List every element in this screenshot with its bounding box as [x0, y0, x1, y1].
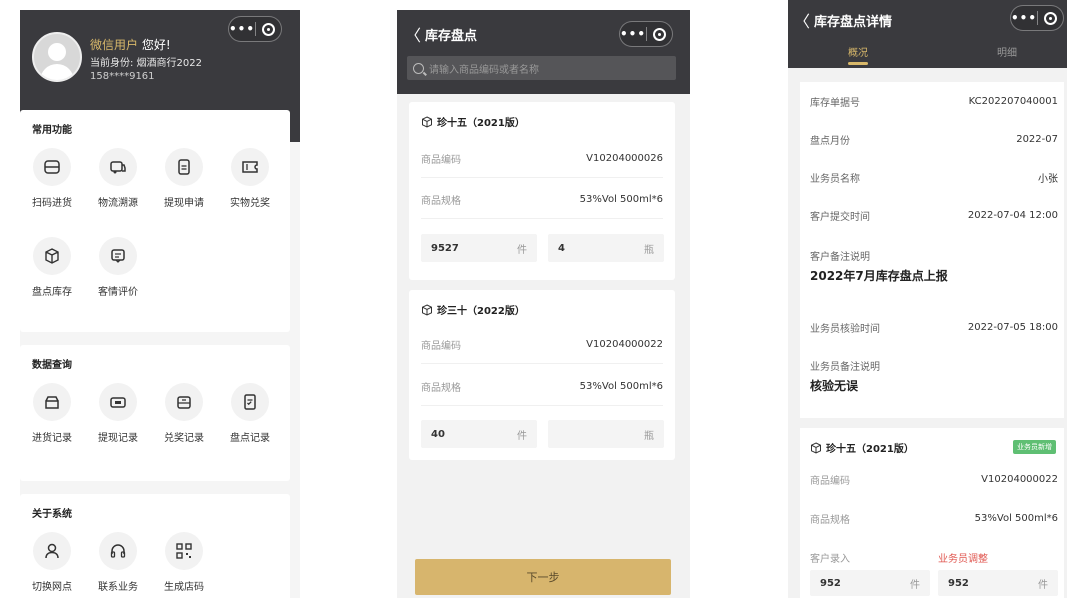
back-arrow-icon[interactable]: 〈 [405, 22, 421, 46]
prize-redeem-button[interactable]: 实物兑奖 [220, 148, 280, 209]
detail-row: 业务员名称 小张 [810, 173, 1058, 185]
staff-note: 业务员备注说明 核验无误 [810, 362, 880, 393]
nav-header: 〈 库存盘点 ••• 请输入商品编码或者名称 [397, 10, 690, 94]
page-title: 库存盘点详情 [814, 15, 893, 30]
box-icon [422, 115, 432, 128]
product-card: 珍十五（2021版） 商品编码 V10204000026 商品规格 53%Vol 5… [409, 102, 675, 280]
bottle-quantity-input[interactable]: 4瓶 [548, 234, 664, 262]
customer-entry-label: 客户录入 [810, 554, 850, 565]
product-spec-row: 商品规格 53%Vol 500ml*6 [421, 181, 663, 219]
product-code-row: 商品编码 V10204000022 [421, 326, 663, 364]
active-tab-indicator [848, 62, 868, 65]
scan-purchase-button[interactable]: 扫码进货 [22, 148, 82, 209]
product-spec-row: 商品规格 53%Vol 500ml*6 [810, 512, 1058, 526]
box-icon [811, 441, 821, 454]
search-placeholder: 请输入商品编码或者名称 [429, 64, 539, 76]
package-icon [45, 396, 59, 409]
more-icon[interactable]: ••• [229, 22, 255, 36]
user-icon [45, 543, 59, 559]
inventory-check-button[interactable]: 盘点库存 [22, 237, 82, 298]
qrcode-icon [176, 543, 192, 559]
section-title: 数据查询 [32, 360, 72, 371]
redeem-records-button[interactable]: 兑奖记录 [154, 383, 214, 444]
box-icon [45, 248, 59, 264]
truck-icon [110, 161, 126, 174]
tab-overview[interactable]: 概况 [848, 44, 868, 59]
bottle-quantity-input[interactable]: 瓶 [548, 420, 664, 448]
page-title: 库存盘点 [425, 29, 478, 44]
box-icon [422, 303, 432, 316]
checklist-icon [244, 394, 256, 410]
customer-review-button[interactable]: 客情评价 [88, 237, 148, 298]
phone-number: 158****9161 [90, 71, 155, 82]
card-icon [110, 397, 126, 408]
verify-time-row: 业务员核验时间 2022-07-05 18:00 [810, 321, 1058, 335]
inventory-check-screen: 〈 库存盘点 ••• 请输入商品编码或者名称 珍十五（2021版） 商品编码 V1… [397, 10, 690, 598]
generate-store-code-button[interactable]: 生成店码 [154, 532, 214, 593]
avatar[interactable] [32, 32, 82, 82]
section-title: 关于系统 [32, 509, 72, 520]
current-role: 当前身份: 烟酒商行2022 [90, 58, 202, 69]
search-icon [413, 62, 424, 74]
overview-card: 库存单据号 KC202207040001 盘点月份 2022-07 业务员名称 小张 … [800, 82, 1064, 418]
staff-quantity-input[interactable]: 952 件 [938, 570, 1058, 596]
mini-program-capsule[interactable]: ••• [1010, 5, 1064, 31]
ticket-icon [242, 161, 258, 173]
mini-program-capsule[interactable]: ••• [619, 21, 673, 47]
product-name: 珍三十（2022版） [421, 302, 525, 317]
withdraw-request-button[interactable]: 提现申请 [154, 148, 214, 209]
inventory-detail-screen: 〈 库存盘点详情 ••• 概况 明细 库存单据号 KC202207040001 盘… [788, 0, 1067, 598]
customer-quantity: 952 件 [810, 570, 930, 596]
piece-quantity-input[interactable]: 40 件 [421, 420, 537, 448]
product-detail-card: 珍十五（2021版） 业务员新增 商品编码 V10204000022 商品规格 53… [800, 428, 1064, 598]
switch-outlet-button[interactable]: 切换网点 [22, 532, 82, 593]
product-spec-row: 商品规格 53%Vol 500ml*6 [421, 368, 663, 406]
close-target-icon[interactable] [256, 22, 281, 36]
section-title: 常用功能 [32, 125, 72, 136]
logistics-trace-button[interactable]: 物流溯源 [88, 148, 148, 209]
contact-sales-button[interactable]: 联系业务 [88, 532, 148, 593]
message-icon [111, 249, 125, 263]
close-target-icon[interactable] [1038, 11, 1063, 25]
product-name: 珍十五（2021版） [810, 440, 914, 455]
document-icon [178, 159, 190, 175]
more-icon[interactable]: ••• [620, 27, 646, 41]
customer-note: 客户备注说明 2022年7月库存盘点上报 [810, 252, 948, 283]
product-name: 珍十五（2021版） [421, 114, 525, 129]
home-screen: 微信用户 您好! 当前身份: 烟酒商行2022 158****9161 ••• … [20, 10, 300, 598]
purchase-records-button[interactable]: 进货记录 [22, 383, 82, 444]
back-arrow-icon[interactable]: 〈 [794, 8, 810, 32]
detail-row: 库存单据号 KC202207040001 [810, 95, 1058, 109]
greeting: 微信用户 您好! [90, 38, 171, 52]
detail-row: 客户提交时间 2022-07-04 12:00 [810, 209, 1058, 223]
staff-adjust-label: 业务员调整 [938, 554, 988, 565]
headset-icon [110, 544, 126, 558]
more-icon[interactable]: ••• [1011, 11, 1037, 25]
withdraw-records-button[interactable]: 提现记录 [88, 383, 148, 444]
mini-program-capsule[interactable]: ••• [228, 16, 282, 42]
product-code-row: 商品编码 V10204000026 [421, 140, 663, 178]
detail-row: 盘点月份 2022-07 [810, 133, 1058, 147]
piece-quantity-input[interactable]: 9527 件 [421, 234, 537, 262]
data-query-card: 数据查询 进货记录 提现记录 兑奖记录 盘点记录 [20, 345, 290, 481]
product-code-row: 商品编码 V10204000022 [810, 473, 1058, 487]
close-target-icon[interactable] [647, 27, 672, 41]
scan-icon [44, 160, 60, 174]
tab-details[interactable]: 明细 [997, 44, 1017, 59]
nav-header: 〈 库存盘点详情 ••• 概况 明细 [788, 0, 1067, 68]
inventory-records-button[interactable]: 盘点记录 [220, 383, 280, 444]
search-input[interactable]: 请输入商品编码或者名称 [407, 56, 676, 80]
staff-added-badge: 业务员新增 [1013, 440, 1056, 454]
next-step-button[interactable]: 下一步 [415, 559, 671, 595]
gift-icon [177, 396, 191, 409]
product-card: 珍三十（2022版） 商品编码 V10204000022 商品规格 53%Vol 5… [409, 290, 675, 460]
common-functions-card: 常用功能 扫码进货 物流溯源 提现申请 实物兑奖 盘点库存 客情评价 [20, 110, 290, 332]
about-system-card: 关于系统 切换网点 联系业务 生成店码 [20, 494, 290, 598]
